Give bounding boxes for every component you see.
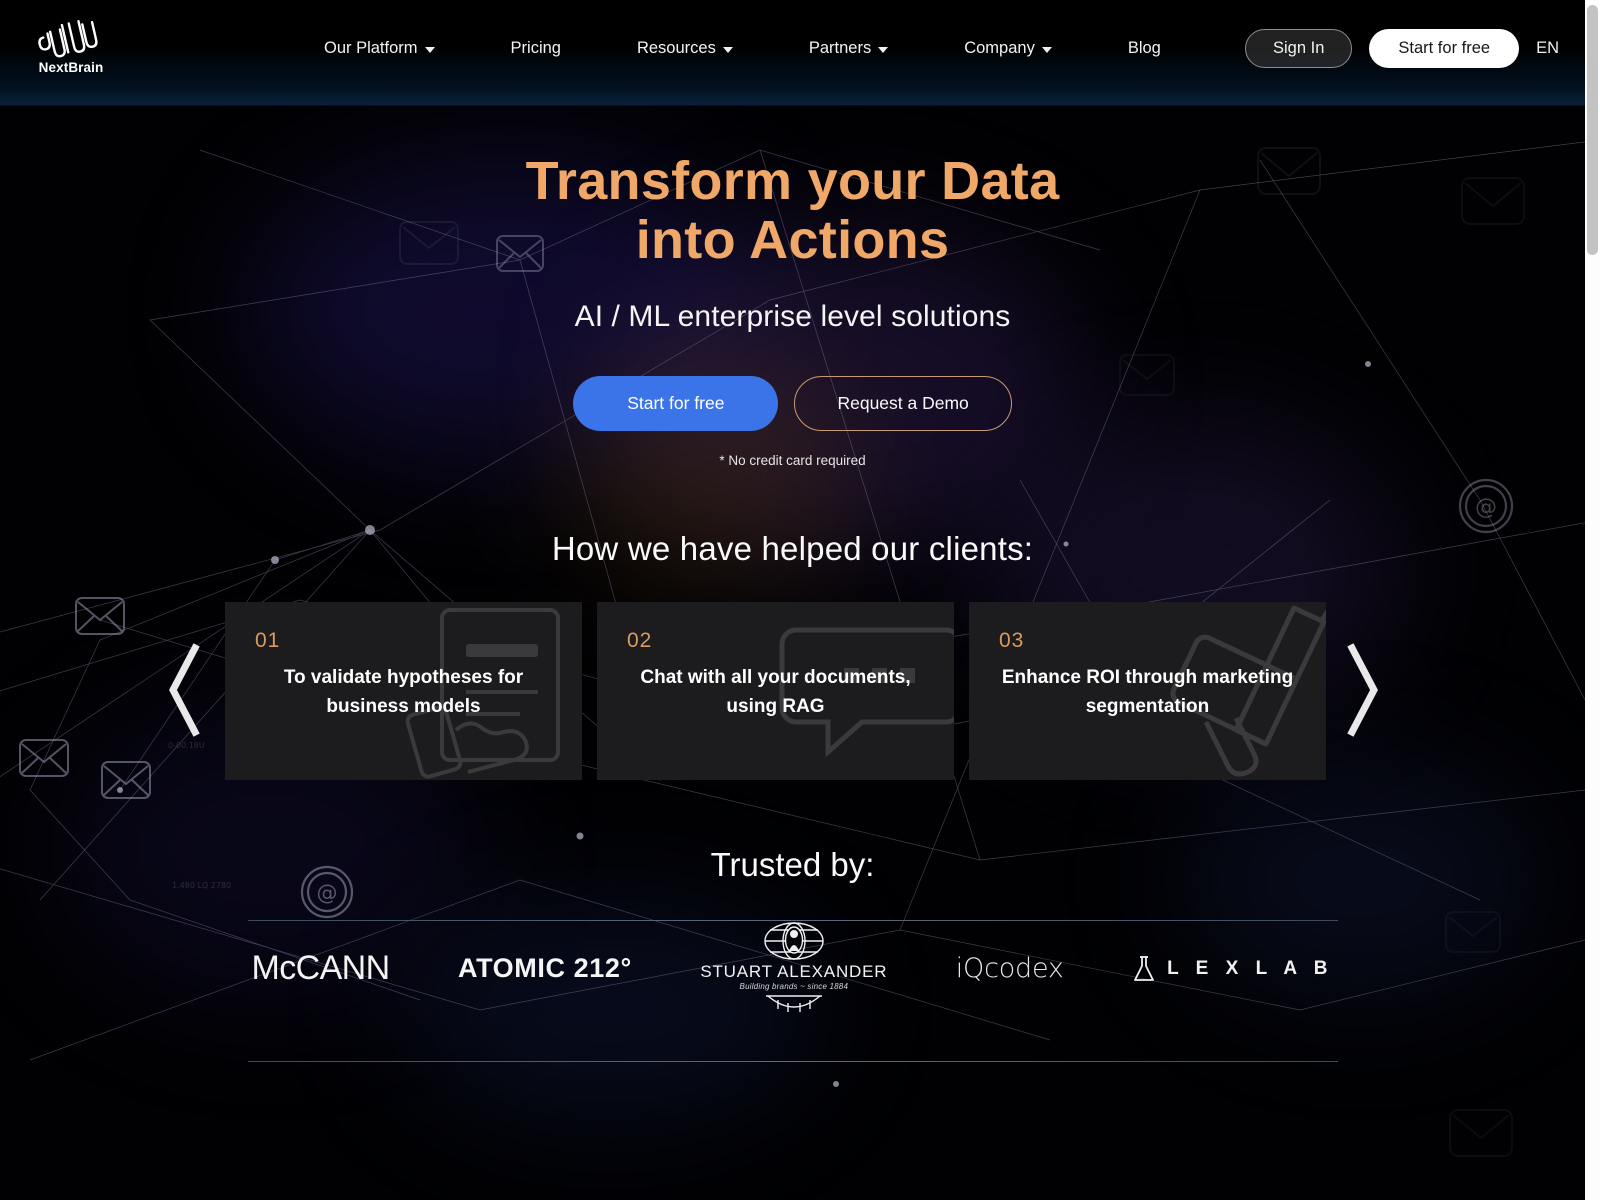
hero-cta-row: Start for free Request a Demo (0, 375, 1585, 431)
trusted-by-logos: McCANN ATOMIC 212° STUART ALEXANDER Buil… (248, 921, 1338, 1017)
nav-item-pricing[interactable]: Pricing (473, 39, 599, 58)
top-navigation-bar: NextBrain Our Platform Pricing Resources… (0, 0, 1585, 106)
flask-icon (1134, 955, 1155, 981)
nav-label: Pricing (510, 38, 561, 57)
client-card-03[interactable]: 03 Enhance ROI through marketing segment… (969, 601, 1326, 780)
card-number: 03 (999, 628, 1025, 652)
card-text: Enhance ROI through marketing segmentati… (1001, 666, 1294, 717)
chevron-down-icon (1041, 46, 1052, 53)
carousel-cards: 01 To validate hypotheses for business m… (225, 601, 1326, 780)
scrollbar-thumb[interactable] (1587, 5, 1598, 255)
brand-logo[interactable]: NextBrain (36, 18, 106, 84)
client-logo-lexlab: L E X L A B (1132, 955, 1333, 983)
atomic212-wordmark: ATOMIC 212° (457, 953, 632, 984)
card-number: 02 (627, 628, 653, 652)
nav-label: Our Platform (324, 38, 418, 57)
trusted-by-title: Trusted by: (710, 845, 875, 883)
stuart-alexander-tagline: Building brands ~ since 1884 (739, 982, 849, 992)
lexlab-wordmark: L E X L A B (1167, 957, 1334, 979)
language-selector[interactable]: EN (1536, 39, 1577, 58)
nav-label: Blog (1127, 38, 1161, 57)
chevron-down-icon (878, 46, 889, 53)
nav-actions: Sign In Start for free EN (1245, 0, 1577, 96)
brand-name: NextBrain (38, 60, 104, 75)
hero-start-for-free-button[interactable]: Start for free (573, 375, 779, 431)
nav-item-our-platform[interactable]: Our Platform (310, 39, 473, 58)
carousel-next-arrow-icon[interactable] (1338, 630, 1384, 750)
client-logo-iqcodex: iQcodex (956, 953, 1064, 984)
chevron-down-icon (722, 46, 733, 53)
page-viewport: @ @ 0-00.18U 1.480 LQ 2780 NextBrain Our… (0, 0, 1585, 1200)
divider-bottom (247, 1060, 1338, 1062)
mccann-wordmark: McCANN (251, 949, 391, 988)
nav-label: Resources (636, 38, 716, 57)
brainwave-squiggle-icon (38, 20, 98, 58)
chevron-down-icon (424, 46, 435, 53)
client-card-02[interactable]: 02 Chat with all your documents, using R… (597, 601, 954, 780)
nav-item-company[interactable]: Company (926, 39, 1090, 58)
request-a-demo-button[interactable]: Request a Demo (794, 375, 1012, 431)
card-text: To validate hypotheses for business mode… (283, 666, 524, 717)
client-logo-mccann: McCANN (251, 949, 391, 988)
nav-label: Partners (808, 38, 872, 57)
client-logo-atomic212: ATOMIC 212° (458, 953, 632, 984)
clients-carousel: 01 To validate hypotheses for business m… (0, 601, 1585, 780)
globe-icon (764, 922, 824, 960)
globe-base-icon (765, 995, 822, 1013)
page-title: Transform your Data into Actions (0, 152, 1585, 270)
headline-line-1: Transform your Data (525, 151, 1060, 211)
main-nav-links: Our Platform Pricing Resources Partners … (310, 0, 1199, 96)
stuart-alexander-wordmark: STUART ALEXANDER (700, 962, 888, 982)
client-card-01[interactable]: 01 To validate hypotheses for business m… (225, 601, 582, 780)
card-text: Chat with all your documents, using RAG (640, 666, 911, 717)
hero-subtitle: AI / ML enterprise level solutions (574, 299, 1011, 333)
nav-item-partners[interactable]: Partners (771, 39, 926, 58)
sign-in-button[interactable]: Sign In (1245, 28, 1353, 68)
nav-label: Company (964, 38, 1035, 57)
no-credit-card-note: * No credit card required (719, 452, 866, 468)
nav-item-blog[interactable]: Blog (1090, 39, 1199, 58)
carousel-prev-arrow-icon[interactable] (163, 630, 209, 750)
hero-section: Transform your Data into Actions AI / ML… (0, 106, 1585, 1062)
iqcodex-wordmark: iQcodex (955, 953, 1064, 985)
client-logo-stuart-alexander: STUART ALEXANDER Building brands ~ since… (700, 921, 887, 1016)
page-scrollbar[interactable] (1585, 0, 1600, 1200)
headline-line-2: into Actions (635, 209, 950, 270)
nav-item-resources[interactable]: Resources (599, 39, 771, 58)
start-for-free-nav-button[interactable]: Start for free (1369, 28, 1520, 68)
card-number: 01 (255, 628, 281, 652)
clients-section-title: How we have helped our clients: (551, 529, 1034, 567)
